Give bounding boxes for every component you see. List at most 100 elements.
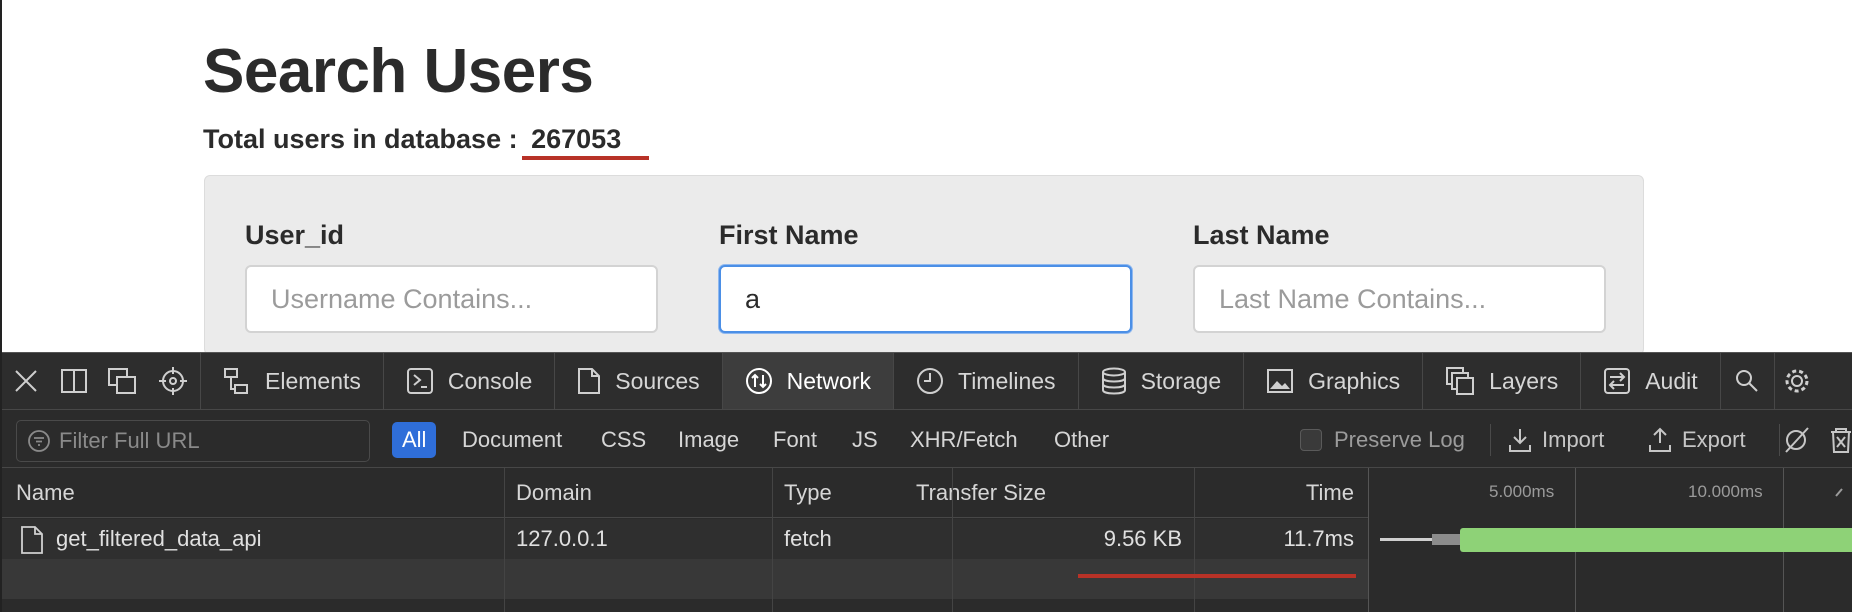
last-name-input[interactable] xyxy=(1193,265,1606,333)
waterfall-download-bar xyxy=(1460,528,1852,552)
export-label: Export xyxy=(1682,427,1746,452)
import-label: Import xyxy=(1542,427,1605,452)
search-form: User_id First Name Last Name xyxy=(204,175,1644,355)
url-filter-field[interactable] xyxy=(16,420,370,462)
divider xyxy=(1779,424,1780,456)
tab-storage[interactable]: Storage xyxy=(1077,353,1244,409)
search-button[interactable] xyxy=(1719,353,1774,409)
annotation-underline-size-time xyxy=(1078,574,1356,578)
tab-network[interactable]: Network xyxy=(721,353,893,409)
waterfall-column: 5.000ms 10.000ms xyxy=(1368,468,1852,612)
waterfall-waiting-bar xyxy=(1432,534,1460,545)
settings-button[interactable] xyxy=(1773,353,1814,409)
export-icon xyxy=(1649,427,1671,452)
waterfall-tick-label: 10.000ms xyxy=(1688,482,1763,501)
tab-label: Timelines xyxy=(958,367,1056,394)
tab-label: Graphics xyxy=(1308,367,1401,394)
tab-label: Sources xyxy=(615,367,700,394)
import-button[interactable]: Import xyxy=(1508,422,1604,458)
document-icon xyxy=(578,368,601,394)
disable-caches-button[interactable] xyxy=(1782,422,1812,458)
first-name-label: First Name xyxy=(719,220,859,250)
tab-console[interactable]: Console xyxy=(382,353,554,409)
column-header-domain[interactable]: Domain xyxy=(516,468,592,518)
waterfall-tick-label: 5.000ms xyxy=(1489,482,1555,501)
tab-label: Storage xyxy=(1140,367,1222,394)
close-icon xyxy=(15,370,37,392)
tab-audit[interactable]: Audit xyxy=(1580,353,1719,409)
user-id-input[interactable] xyxy=(245,265,658,333)
clock-icon xyxy=(917,368,943,394)
tab-sources[interactable]: Sources xyxy=(554,353,721,409)
total-users-count: 267053 xyxy=(531,124,622,154)
total-users-label: Total users in database : xyxy=(203,124,518,154)
row-time: 11.7ms xyxy=(1283,526,1354,551)
tab-timelines[interactable]: Timelines xyxy=(893,353,1078,409)
network-icon xyxy=(745,368,772,394)
type-filter-css[interactable]: CSS xyxy=(591,422,656,458)
search-icon xyxy=(1736,370,1758,392)
type-filter-document[interactable]: Document xyxy=(452,422,572,458)
preserve-log-checkbox[interactable] xyxy=(1300,429,1322,451)
close-inspector-button[interactable] xyxy=(2,353,50,409)
type-filter-js[interactable]: JS xyxy=(842,422,888,458)
column-header-type[interactable]: Type xyxy=(784,468,832,518)
waterfall-divider xyxy=(1368,468,1369,612)
tab-elements[interactable]: Elements xyxy=(200,353,383,409)
waterfall-wait-line xyxy=(1380,538,1432,541)
divider xyxy=(1490,424,1491,456)
trash-icon xyxy=(1831,428,1851,453)
type-filter-other[interactable]: Other xyxy=(1044,422,1119,458)
row-domain: 127.0.0.1 xyxy=(516,526,608,551)
export-button[interactable]: Export xyxy=(1648,422,1746,458)
type-filter-xhr-fetch[interactable]: XHR/Fetch xyxy=(900,422,1028,458)
user-id-label: User_id xyxy=(245,220,345,250)
gear-icon xyxy=(1785,369,1809,393)
row-transfer-size: 9.56 KB xyxy=(1103,526,1182,551)
type-filter-image[interactable]: Image xyxy=(668,422,749,458)
preserve-log-label: Preserve Log xyxy=(1334,427,1465,452)
type-filter-all[interactable]: All xyxy=(392,422,437,458)
column-divider xyxy=(1194,468,1195,612)
clear-log-button[interactable] xyxy=(1828,422,1852,458)
undock-button[interactable] xyxy=(98,353,146,409)
element-picker-button[interactable] xyxy=(146,353,200,409)
column-header-time[interactable]: Time xyxy=(1306,468,1354,518)
no-cache-icon xyxy=(1785,427,1809,453)
table-row-empty xyxy=(2,559,1368,599)
column-divider xyxy=(772,468,773,612)
total-users-line: Total users in database : 267053 xyxy=(203,124,621,155)
network-filter-bar: All Document CSS Image Font JS XHR/Fetch… xyxy=(2,410,1852,468)
dock-button[interactable] xyxy=(50,353,98,409)
type-filter-font[interactable]: Font xyxy=(763,422,827,458)
import-icon xyxy=(1509,429,1531,452)
row-type: fetch xyxy=(784,526,832,551)
url-filter-input[interactable] xyxy=(59,428,359,454)
chevron-up-icon xyxy=(1835,488,1843,497)
network-table: Name Domain Type Transfer Size Time get_… xyxy=(2,468,1852,612)
console-icon xyxy=(406,368,433,394)
annotation-underline-count xyxy=(522,156,649,160)
row-name: get_filtered_data_api xyxy=(56,526,262,551)
column-header-name[interactable]: Name xyxy=(16,468,75,518)
preserve-log-toggle[interactable]: Preserve Log xyxy=(1300,422,1465,458)
tab-layers[interactable]: Layers xyxy=(1422,353,1580,409)
image-icon xyxy=(1267,369,1294,393)
column-divider xyxy=(952,468,953,612)
column-header-transfer-size[interactable]: Transfer Size xyxy=(916,468,1046,518)
dock-side-icon xyxy=(61,369,87,393)
tab-label: Console xyxy=(447,367,533,394)
tab-label: Network xyxy=(786,367,871,394)
tab-label: Elements xyxy=(265,367,361,394)
elements-icon xyxy=(224,368,248,394)
column-divider xyxy=(504,468,505,612)
crosshair-icon xyxy=(159,367,187,395)
browser-viewport: Search Users Total users in database : 2… xyxy=(0,0,1852,612)
inspector-tab-bar: Elements Console Sources Network Timelin… xyxy=(2,353,1852,410)
first-name-input[interactable] xyxy=(719,265,1132,333)
tab-label: Audit xyxy=(1645,367,1698,394)
tab-graphics[interactable]: Graphics xyxy=(1243,353,1422,409)
database-icon xyxy=(1101,367,1126,395)
filter-icon xyxy=(28,430,50,452)
audit-icon xyxy=(1604,368,1631,394)
